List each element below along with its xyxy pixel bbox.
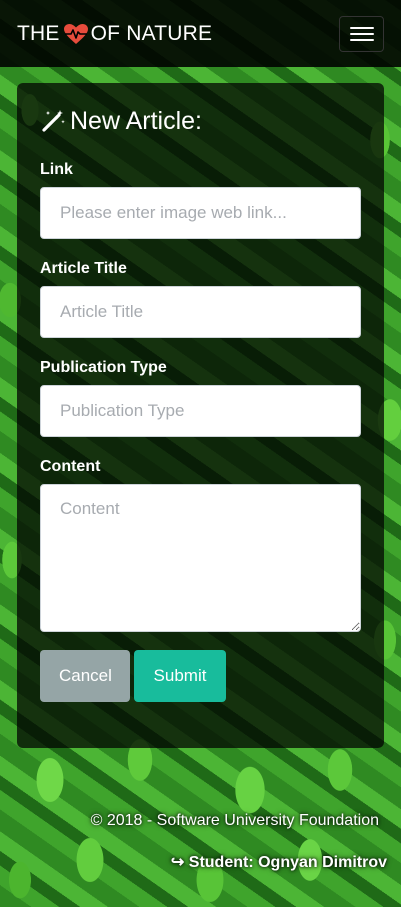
navbar: THE OF NATURE bbox=[0, 0, 401, 67]
brand-suffix: OF NATURE bbox=[90, 21, 213, 45]
article-title-label: Article Title bbox=[40, 260, 127, 277]
magic-wand-icon bbox=[42, 110, 65, 132]
link-input[interactable] bbox=[40, 187, 361, 239]
cancel-button[interactable]: Cancel bbox=[40, 650, 130, 702]
submit-button[interactable]: Submit bbox=[134, 650, 226, 702]
hamburger-menu-button[interactable] bbox=[339, 15, 384, 52]
hamburger-bar bbox=[349, 38, 374, 41]
article-title-input[interactable] bbox=[40, 286, 361, 338]
publication-type-input[interactable] bbox=[40, 385, 361, 437]
publication-type-label: Publication Type bbox=[40, 359, 167, 376]
brand-prefix: THE bbox=[17, 21, 60, 45]
content-textarea[interactable] bbox=[40, 484, 361, 632]
link-label: Link bbox=[40, 161, 73, 178]
hamburger-bar bbox=[349, 32, 374, 35]
hamburger-bar bbox=[349, 26, 374, 29]
footer-student-link[interactable]: ↪ Student: Ognyan Dimitrov bbox=[171, 852, 387, 872]
brand-logo[interactable]: THE OF NATURE bbox=[17, 22, 212, 46]
footer-copyright: © 2018 - Software University Foundation bbox=[90, 812, 379, 829]
form-title: New Article: bbox=[70, 106, 202, 135]
form-heading: New Article: bbox=[40, 103, 361, 139]
content-label: Content bbox=[40, 458, 101, 475]
heart-pulse-icon bbox=[63, 23, 88, 44]
new-article-form: New Article: Link Article Title Publicat… bbox=[40, 103, 361, 702]
form-actions: Cancel Submit bbox=[40, 650, 361, 702]
